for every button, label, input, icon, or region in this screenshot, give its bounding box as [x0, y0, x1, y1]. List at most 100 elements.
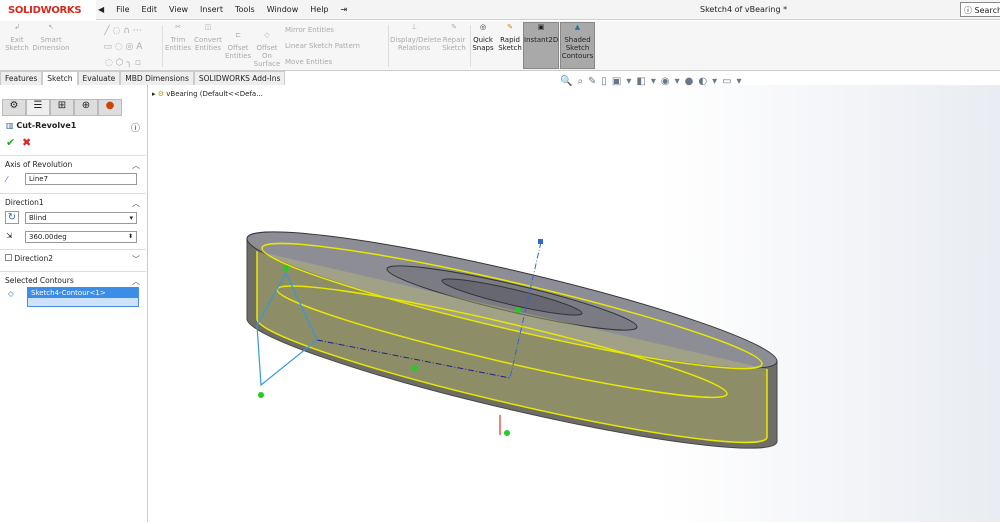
- contour-icon: ◇: [8, 289, 14, 298]
- display-manager-tab-icon[interactable]: ●: [98, 99, 122, 116]
- tab-features[interactable]: Features: [0, 71, 43, 85]
- instant2d-button[interactable]: ▣ Instant2D: [523, 22, 559, 69]
- collapse-chevron-icon[interactable]: ︿: [132, 160, 140, 171]
- view-toolbar[interactable]: 🔍⌕✎▯▣▾◧▾◉▾●◐▾▭▾: [560, 76, 747, 87]
- tab-addins[interactable]: SOLIDWORKS Add-Ins: [193, 71, 286, 85]
- document-title: Sketch4 of vBearing *: [700, 5, 788, 14]
- repair-sketch-button[interactable]: ✎ Repair Sketch: [442, 23, 466, 52]
- feature-tree-tab-icon[interactable]: ⚙: [2, 99, 26, 116]
- rapid-sketch-button[interactable]: ✎ Rapid Sketch: [498, 23, 522, 52]
- offset-entities-button[interactable]: ⊏ Offset Entities: [225, 31, 251, 60]
- direction2-section: Direction2 ﹀: [0, 249, 146, 269]
- graphics-area[interactable]: [149, 85, 1000, 522]
- tab-sketch[interactable]: Sketch: [42, 71, 78, 85]
- pin-icon[interactable]: ⇥: [341, 5, 348, 14]
- menu-window[interactable]: Window: [267, 5, 299, 14]
- menu-arrow-icon[interactable]: ◀: [98, 5, 104, 14]
- label: Smart Dimension: [32, 36, 70, 52]
- label: Repair Sketch: [442, 36, 466, 52]
- divider: [388, 25, 389, 67]
- search-label: Search S: [974, 6, 1000, 15]
- label: Mirror Entities: [285, 26, 335, 34]
- reverse-direction-icon[interactable]: ↻: [5, 211, 19, 224]
- relation-icon: [283, 265, 289, 271]
- cut-revolve-icon: ▥: [6, 121, 14, 130]
- quick-snaps-button[interactable]: ◎ Quick Snaps: [472, 23, 494, 52]
- label: Linear Sketch Pattern: [285, 42, 360, 50]
- offset-surface-button[interactable]: ◇ Offset On Surface: [253, 31, 281, 68]
- repair-icon: ✎: [451, 23, 457, 31]
- direction1-section: Direction1 ︿ ↻ Blind ▾ ⇲ 360.00deg ⬍: [0, 193, 146, 249]
- move-entities-button[interactable]: Move Entities: [285, 58, 332, 66]
- label: Instant2D: [524, 36, 559, 44]
- contours-list[interactable]: Sketch4-Contour<1>: [27, 287, 139, 307]
- sketch-tools-grid[interactable]: ╱ ◌ ∩ ⋯ ▭ ◌ ◎ A ◌ ⬡ ╮ ▫: [88, 23, 158, 71]
- linear-pattern-button[interactable]: Linear Sketch Pattern: [285, 42, 360, 50]
- mirror-entities-button[interactable]: Mirror Entities: [285, 26, 334, 34]
- label: Quick Snaps: [472, 36, 494, 52]
- endpoint-handle[interactable]: [538, 239, 543, 244]
- axis-header: Axis of Revolution: [5, 160, 73, 169]
- cancel-x-icon[interactable]: ✖: [22, 136, 31, 149]
- smart-dimension-button[interactable]: ↖ Smart Dimension: [32, 23, 70, 52]
- axis-input[interactable]: Line7: [25, 173, 137, 185]
- label: Exit Sketch: [5, 36, 29, 52]
- relation-icon: [504, 430, 510, 436]
- end-condition-select[interactable]: Blind ▾: [25, 212, 137, 224]
- shaded-sketch-contours-button[interactable]: ▲ Shaded Sketch Contours: [560, 22, 595, 69]
- menu-insert[interactable]: Insert: [200, 5, 223, 14]
- label: Trim Entities: [165, 36, 192, 52]
- trim-entities-button[interactable]: ✂ Trim Entities: [165, 23, 191, 52]
- label: Offset Entities: [225, 44, 252, 60]
- expand-chevron-icon[interactable]: ﹀: [132, 254, 140, 265]
- config-manager-tab-icon[interactable]: ⊞: [50, 99, 74, 116]
- exit-sketch-button[interactable]: ↲ Exit Sketch: [4, 23, 30, 52]
- convert-entities-button[interactable]: ◫ Convert Entities: [193, 23, 223, 52]
- menu-bar: ◀ File Edit View Insert Tools Window Hel…: [98, 5, 347, 14]
- relation-icon: [412, 365, 418, 371]
- contour-item[interactable]: Sketch4-Contour<1>: [28, 288, 138, 298]
- command-tabs: Features Sketch Evaluate MBD Dimensions …: [0, 71, 286, 85]
- offset-surface-icon: ◇: [264, 31, 270, 39]
- model-view[interactable]: [149, 85, 1000, 522]
- tab-mbd-dimensions[interactable]: MBD Dimensions: [120, 71, 194, 85]
- convert-icon: ◫: [204, 23, 212, 31]
- angle-input[interactable]: 360.00deg ⬍: [25, 231, 137, 243]
- instant2d-icon: ▣: [537, 23, 545, 31]
- collapse-chevron-icon[interactable]: ︿: [132, 276, 140, 287]
- property-manager: ⚙ ☰ ⊞ ⊕ ● ▥ Cut-Revolve1 ⓘ ✔ ✖ Axis of R…: [0, 85, 148, 522]
- relations-icon: ⊥: [410, 23, 418, 31]
- collapse-chevron-icon[interactable]: ︿: [132, 198, 140, 209]
- dimxpert-tab-icon[interactable]: ⊕: [74, 99, 98, 116]
- contours-header: Selected Contours: [5, 276, 74, 285]
- help-icon[interactable]: ⓘ: [131, 121, 140, 134]
- tree-root-label: vBearing (Default<<Defa...: [166, 90, 263, 98]
- direction1-header: Direction1: [5, 198, 44, 207]
- divider: [470, 25, 471, 67]
- menu-file[interactable]: File: [116, 5, 129, 14]
- angle-icon: ⇲: [6, 231, 13, 240]
- axis-line-icon: ⁄: [6, 175, 8, 184]
- search-box[interactable]: ⓘ Search S: [960, 2, 1000, 17]
- tab-evaluate[interactable]: Evaluate: [77, 71, 121, 85]
- divider: [162, 25, 163, 67]
- direction2-checkbox[interactable]: [5, 254, 12, 261]
- label: Shaded Sketch Contours: [561, 36, 594, 60]
- contours-section: Selected Contours ︿ ◇ Sketch4-Contour<1>: [0, 271, 146, 321]
- feature-tree-flyout[interactable]: ▸ ⚙ vBearing (Default<<Defa...: [152, 90, 263, 98]
- command-manager: ↲ Exit Sketch ↖ Smart Dimension ╱ ◌ ∩ ⋯ ▭ ◌…: [0, 21, 1000, 71]
- feature-title: ▥ Cut-Revolve1: [6, 121, 76, 130]
- trim-icon: ✂: [175, 23, 181, 31]
- expand-arrow-icon[interactable]: ▸: [152, 90, 156, 98]
- menu-help[interactable]: Help: [310, 5, 328, 14]
- part-icon: ⚙: [157, 90, 165, 98]
- axis-section: Axis of Revolution ︿ ⁄ Line7: [0, 155, 146, 193]
- direction2-label: Direction2: [14, 254, 54, 263]
- menu-tools[interactable]: Tools: [235, 5, 255, 14]
- spinner-icon[interactable]: ⬍: [128, 233, 133, 240]
- ok-check-icon[interactable]: ✔: [6, 136, 15, 149]
- menu-edit[interactable]: Edit: [142, 5, 158, 14]
- menu-view[interactable]: View: [169, 5, 188, 14]
- property-manager-tab-icon[interactable]: ☰: [26, 99, 50, 116]
- display-delete-relations-button[interactable]: ⊥ Display/Delete Relations: [390, 23, 441, 52]
